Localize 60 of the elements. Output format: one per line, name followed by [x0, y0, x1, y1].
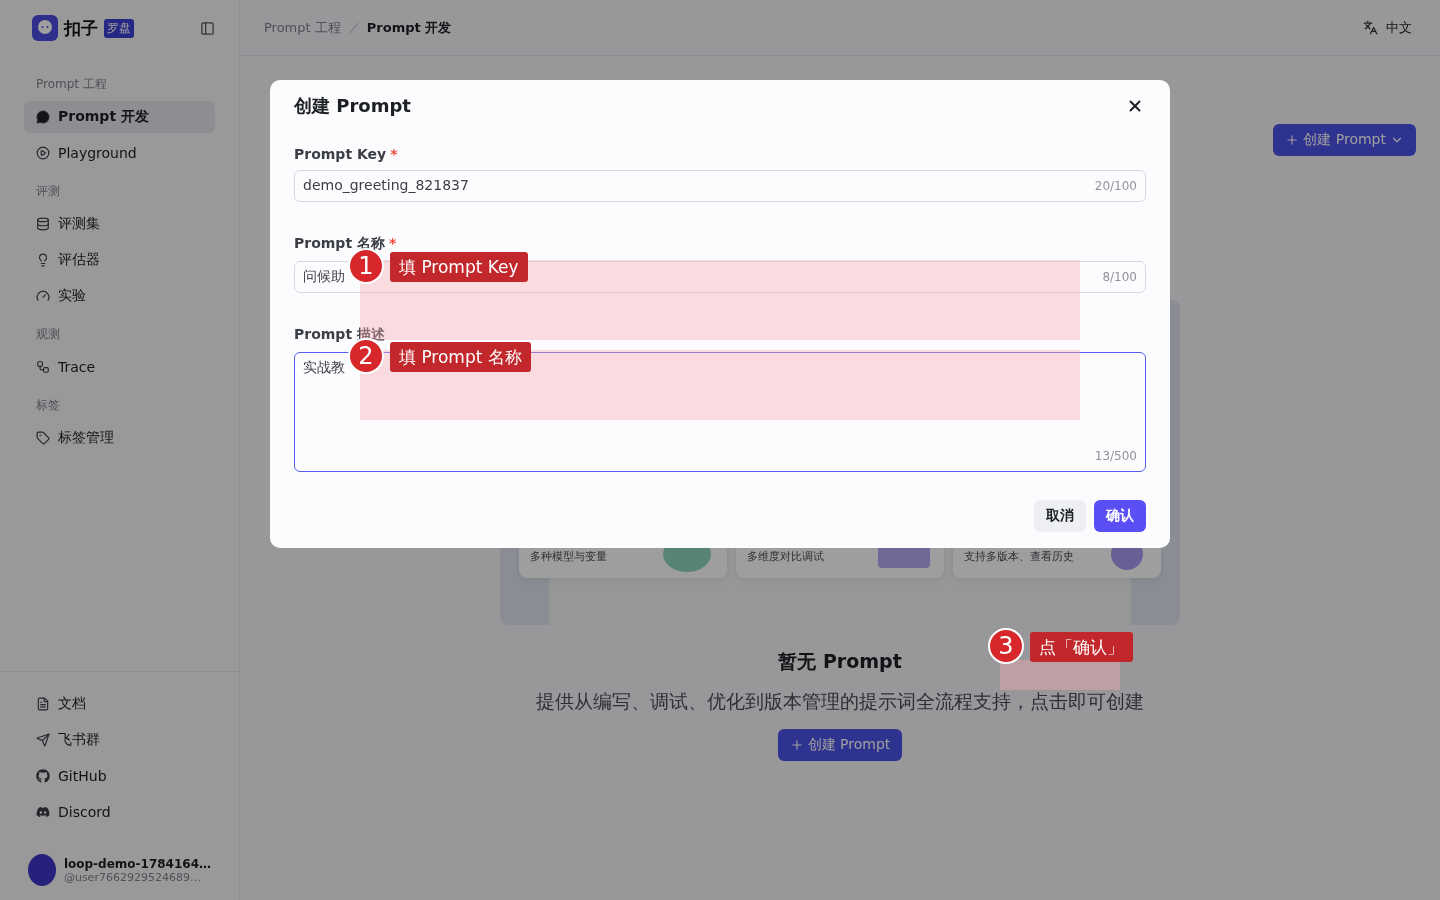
nav-icon [36, 253, 50, 267]
plus-icon [789, 738, 804, 752]
step-label: 填 Prompt 名称 [390, 342, 531, 372]
nav-item[interactable]: 标签管理 [24, 422, 215, 454]
required-mark: * [390, 146, 398, 162]
nav-group-title: 观测 [35, 326, 61, 343]
nav-item[interactable]: Trace [24, 351, 215, 383]
plus-icon [1285, 133, 1300, 147]
breadcrumb-item[interactable]: Prompt 开发 [366, 18, 452, 37]
nav-item[interactable]: Prompt 开发 [24, 101, 215, 133]
brand-name: 扣子 [64, 16, 98, 40]
nav-item[interactable]: 评估器 [24, 244, 215, 276]
link-icon [36, 769, 50, 783]
nav-link[interactable]: 飞书群 [24, 724, 215, 756]
nav-group-title: 标签 [35, 397, 61, 414]
nav-icon [36, 146, 50, 160]
nav-icon [36, 289, 50, 303]
feature-text: 多维度对比调试 [747, 549, 824, 564]
step-label: 点「确认」 [1030, 632, 1133, 662]
link-icon [36, 805, 50, 819]
character-count: 20/100 [1094, 179, 1137, 193]
breadcrumb-separator-icon [348, 21, 359, 34]
nav-item[interactable]: 评测集 [24, 208, 215, 240]
confirm-button[interactable]: 确认 [1094, 500, 1146, 532]
nav-icon [36, 110, 50, 124]
nav-group-title: Prompt 工程 [35, 76, 108, 93]
step-label: 填 Prompt Key [390, 252, 528, 282]
create-prompt-button[interactable]: 创建 Prompt [777, 729, 903, 761]
sidebar-toggle-icon[interactable] [200, 20, 215, 36]
nav-icon [36, 217, 50, 231]
nav-item[interactable]: 实验 [24, 280, 215, 312]
brand-logo [32, 15, 58, 41]
user-name: loop-demo-1784164… [63, 856, 211, 871]
language-icon[interactable] [1363, 20, 1378, 35]
user-avatar[interactable] [28, 854, 56, 886]
user-handle: @user7662929524689… [63, 870, 201, 884]
brand-tag: 罗盘 [104, 18, 134, 38]
nav-link[interactable]: 文档 [24, 688, 215, 720]
input-field[interactable]: demo_greeting_821837 20/100 [294, 170, 1146, 202]
character-count: 13/500 [1094, 449, 1137, 463]
dialog-title: 创建 Prompt [294, 94, 411, 118]
required-mark: * [388, 235, 397, 253]
character-count: 8/100 [1102, 270, 1137, 284]
nav-item[interactable]: Playground [24, 137, 215, 169]
nav-group-title: 评测 [35, 183, 61, 200]
feature-text: 支持多版本、查看历史 [964, 549, 1074, 564]
create-prompt-button[interactable]: 创建 Prompt [1273, 124, 1416, 156]
link-icon [36, 697, 50, 711]
feature-text: 多种模型与变量 [530, 549, 607, 564]
empty-title: 暂无 Prompt [778, 649, 902, 674]
nav-link[interactable]: GitHub [24, 760, 215, 792]
language-label[interactable]: 中文 [1386, 18, 1412, 37]
field-label: Prompt Key [294, 146, 387, 162]
empty-description: 提供从编写、调试、优化到版本管理的提示词全流程支持，点击即可创建 [536, 689, 1144, 714]
cancel-button[interactable]: 取消 [1034, 500, 1086, 532]
step-number: 3 [988, 628, 1024, 664]
nav-link[interactable]: Discord [24, 796, 215, 828]
nav-icon [36, 431, 50, 445]
link-icon [36, 733, 50, 747]
nav-icon [36, 360, 50, 374]
